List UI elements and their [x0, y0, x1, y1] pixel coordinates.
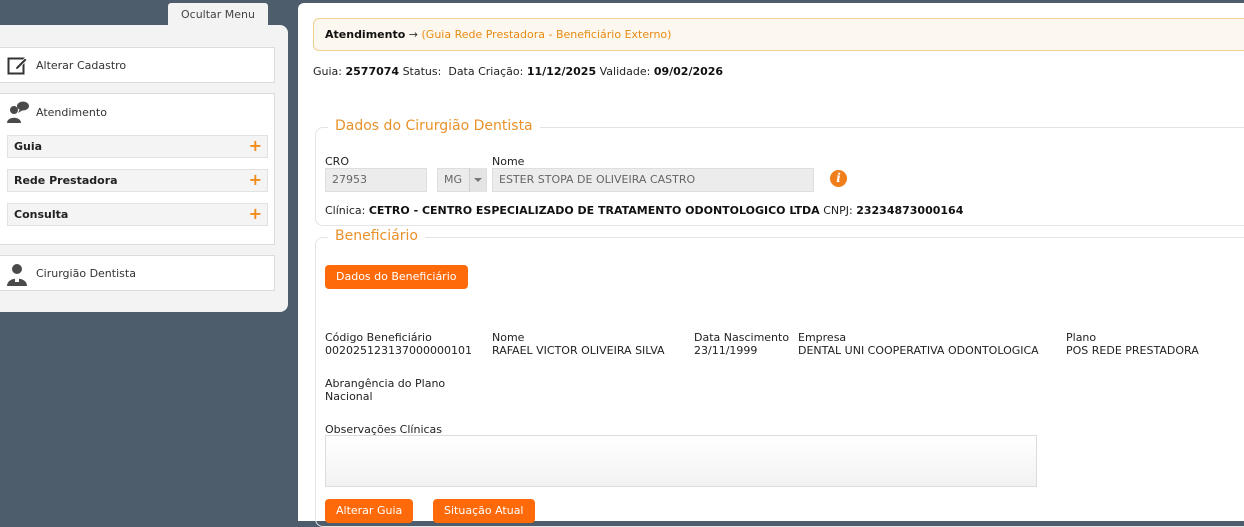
cro-field[interactable]: 27953 — [325, 168, 427, 192]
menu-atendimento-label[interactable]: Atendimento — [36, 106, 107, 119]
data-criacao-label: Data Criação: — [448, 65, 524, 78]
cro-label: CRO — [325, 155, 349, 168]
submenu-guia[interactable]: Guia + — [7, 135, 268, 158]
expand-plus-icon[interactable]: + — [249, 204, 262, 224]
clinica-value: CETRO - CENTRO ESPECIALIZADO DE TRATAMEN… — [368, 204, 820, 217]
breadcrumb-main: Atendimento — [325, 28, 406, 41]
abrangencia-label: Abrangência do Plano — [325, 377, 446, 390]
nascimento-label: Data Nascimento — [694, 331, 790, 344]
codigo-label: Código Beneficiário — [325, 331, 432, 344]
user-chat-icon — [7, 101, 29, 123]
plano-value: POS REDE PRESTADORA — [1066, 344, 1199, 357]
submenu-consulta-label: Consulta — [14, 208, 69, 221]
cnpj-value: 23234873000164 — [856, 204, 964, 217]
menu-alterar-cadastro-label: Alterar Cadastro — [36, 59, 127, 72]
side-menu: Alterar Cadastro Atendimento Guia + Rede… — [0, 25, 288, 312]
dentista-legend: Dados do Cirurgião Dentista — [328, 118, 540, 134]
observacoes-textarea[interactable] — [325, 435, 1037, 487]
validade-value: 09/02/2026 — [653, 65, 724, 78]
codigo-value: 00202512313700000010​1 — [325, 344, 472, 357]
submenu-rede-prestadora-label: Rede Prestadora — [14, 174, 118, 187]
guia-info-line: Guia: 2577074 Status: Data Criação: 11/1… — [313, 65, 723, 78]
nascimento-value: 23/11/1999 — [694, 344, 758, 357]
cnpj-label: CNPJ: — [823, 204, 853, 217]
hide-menu-tab[interactable]: Ocultar Menu — [168, 3, 268, 26]
beneficiario-nome-label: Nome — [492, 331, 525, 344]
breadcrumb-sub: (Guia Rede Prestadora - Beneficiário Ext… — [421, 28, 672, 41]
menu-cirurgiao-dentista-label: Cirurgião Dentista — [36, 267, 136, 280]
submenu-guia-label: Guia — [14, 140, 43, 153]
empresa-label: Empresa — [798, 331, 847, 344]
main-panel: Atendimento → (Guia Rede Prestadora - Be… — [298, 3, 1244, 527]
expand-plus-icon[interactable]: + — [249, 170, 262, 190]
plano-label: Plano — [1066, 331, 1097, 344]
uf-select-value: MG — [444, 173, 463, 186]
dentist-user-icon — [7, 264, 27, 286]
beneficiario-legend: Beneficiário — [328, 228, 425, 244]
chevron-down-icon[interactable] — [469, 168, 486, 192]
uf-select[interactable]: MG — [437, 168, 487, 192]
status-label: Status: — [402, 65, 442, 78]
breadcrumb-arrow: → — [405, 28, 422, 41]
info-icon[interactable]: i — [830, 170, 847, 187]
abrangencia-value: Nacional — [325, 390, 373, 403]
edit-icon — [7, 57, 28, 75]
menu-atendimento: Atendimento Guia + Rede Prestadora + Con… — [0, 93, 275, 245]
breadcrumb: Atendimento → (Guia Rede Prestadora - Be… — [313, 18, 1244, 51]
clinica-line: Clínica: CETRO - CENTRO ESPECIALIZADO DE… — [325, 204, 963, 217]
dados-beneficiario-button[interactable]: Dados do Beneficiário — [325, 265, 468, 289]
validade-label: Validade: — [599, 65, 651, 78]
expand-plus-icon[interactable]: + — [249, 136, 262, 156]
beneficiario-nome-value: RAFAEL VICTOR OLIVEIRA SILVA — [492, 344, 665, 357]
guia-value: 2577074 — [345, 65, 400, 78]
dentista-nome-label: Nome — [492, 155, 525, 168]
clinica-label: Clínica: — [325, 204, 366, 217]
menu-alterar-cadastro[interactable]: Alterar Cadastro — [0, 47, 275, 83]
menu-cirurgiao-dentista[interactable]: Cirurgião Dentista — [0, 255, 275, 291]
submenu-rede-prestadora[interactable]: Rede Prestadora + — [7, 169, 268, 192]
situacao-atual-button[interactable]: Situação Atual — [433, 499, 535, 523]
empresa-value: DENTAL UNI COOPERATIVA ODONTOLOGICA — [798, 344, 1039, 357]
data-criacao-value: 11/12/2025 — [526, 65, 597, 78]
guia-label: Guia: — [313, 65, 342, 78]
dentista-nome-field[interactable]: ESTER STOPA DE OLIVEIRA CASTRO — [492, 168, 814, 192]
submenu-consulta[interactable]: Consulta + — [7, 203, 268, 226]
alterar-guia-button[interactable]: Alterar Guia — [325, 499, 414, 523]
